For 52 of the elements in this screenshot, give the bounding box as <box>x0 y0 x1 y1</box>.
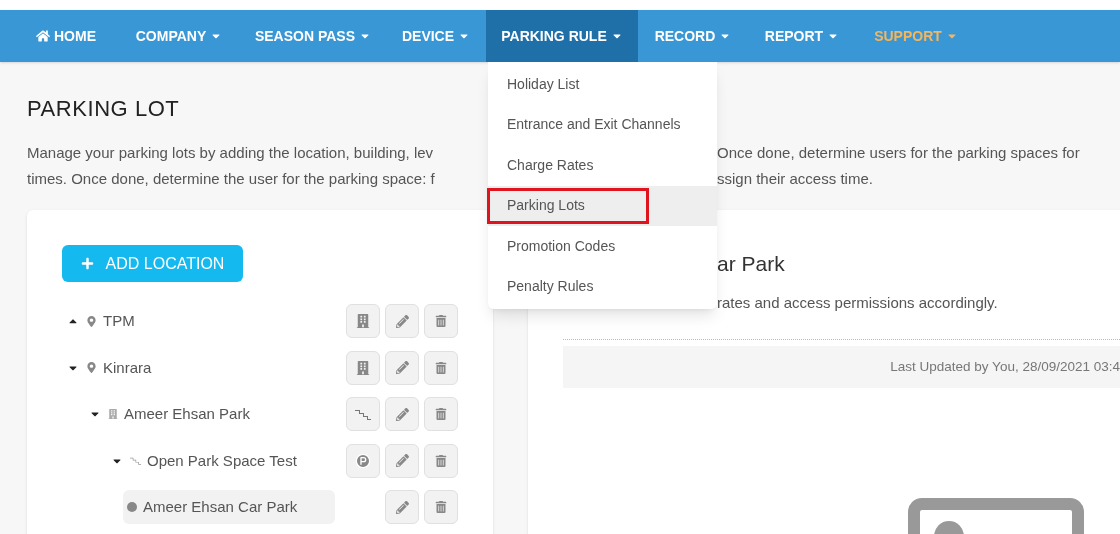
tree-item-label[interactable]: Open Park Space Test <box>147 449 297 472</box>
tree-item-label[interactable]: TPM <box>103 310 135 333</box>
menu-item[interactable]: Charge Rates <box>488 145 717 186</box>
building-icon <box>108 409 118 420</box>
delete-button[interactable] <box>424 490 458 525</box>
tree-item-label[interactable]: Ameer Ehsan Park <box>124 403 250 426</box>
page-title: PARKING LOT <box>27 95 180 123</box>
edit-button[interactable] <box>385 443 419 478</box>
plus-icon <box>80 257 94 270</box>
home-icon <box>36 29 50 43</box>
detail-title: ar Park <box>717 251 786 277</box>
edit-button[interactable] <box>385 490 419 525</box>
menu-item[interactable]: Holiday List <box>488 64 717 105</box>
detail-subtitle: rates and access permissions accordingly. <box>717 292 999 313</box>
pencil-icon <box>395 500 409 514</box>
pencil-icon <box>395 361 409 375</box>
description-text: ssign their access time. <box>717 169 873 190</box>
trash-icon <box>435 454 447 467</box>
location-pin-icon <box>86 315 97 327</box>
pencil-icon <box>395 454 409 468</box>
add-building-button[interactable] <box>346 304 380 339</box>
last-updated-bar: Last Updated by You, 28/09/2021 03:4 <box>563 346 1120 388</box>
menu-item[interactable]: Entrance and Exit Channels <box>488 104 717 145</box>
nav-item[interactable]: PARKING RULE <box>486 10 638 62</box>
pencil-icon <box>395 407 409 421</box>
parking-icon <box>355 452 371 469</box>
description-text: Manage your parking lots by adding the location, building, lev <box>27 143 435 164</box>
description-text: times. Once done, determine the user for the parking space: f <box>27 169 436 190</box>
description-text: Once done, determine users for the parking spaces for <box>717 143 1080 164</box>
delete-button[interactable] <box>424 397 458 432</box>
add-building-button[interactable] <box>346 350 380 385</box>
building-icon <box>356 360 370 375</box>
edit-button[interactable] <box>385 304 419 339</box>
delete-button[interactable] <box>424 350 458 385</box>
menu-item[interactable]: Penalty Rules <box>488 266 717 307</box>
edit-button[interactable] <box>385 350 419 385</box>
stairs-icon <box>355 408 371 421</box>
add-space-button[interactable] <box>346 443 380 478</box>
parking-dot-icon <box>127 502 137 513</box>
delete-button[interactable] <box>424 304 458 339</box>
delete-button[interactable] <box>424 443 458 478</box>
location-pin-icon <box>86 362 97 374</box>
trash-icon <box>435 315 447 328</box>
trash-icon <box>435 408 447 421</box>
add-level-button[interactable] <box>346 397 380 432</box>
trash-icon <box>435 501 447 514</box>
menu-item[interactable]: Promotion Codes <box>488 226 717 267</box>
tree-item-label[interactable]: Kinrara <box>103 356 152 379</box>
pencil-icon <box>395 314 409 328</box>
building-icon <box>356 314 370 329</box>
trash-icon <box>435 361 447 374</box>
edit-button[interactable] <box>385 397 419 432</box>
